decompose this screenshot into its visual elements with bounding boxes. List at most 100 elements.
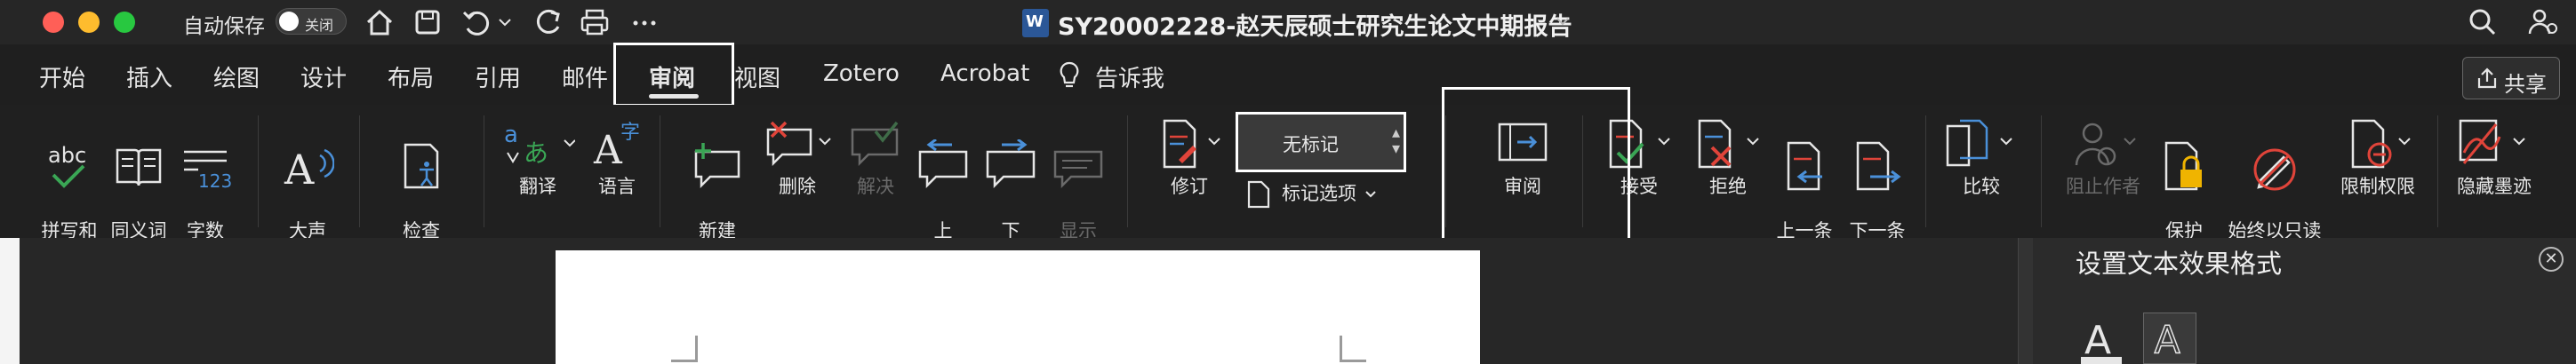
undo-icon[interactable] <box>459 5 492 39</box>
reject-change-icon <box>1698 119 1759 169</box>
tab-layout[interactable]: 布局 <box>388 60 434 93</box>
tab-design[interactable]: 设计 <box>300 60 347 93</box>
read-only-pencil-icon <box>2253 148 2296 191</box>
chevron-down-icon <box>1365 191 1376 198</box>
document-canvas[interactable] <box>0 238 2018 364</box>
markup-options-button[interactable]: 标记选项 <box>1246 179 1388 210</box>
ribbon-separator <box>359 115 360 227</box>
redo-icon[interactable] <box>532 5 565 39</box>
account-icon[interactable] <box>2526 5 2560 39</box>
compare-label: 比较 <box>1963 176 2000 197</box>
review-pane-highlight <box>1442 87 1630 243</box>
svg-text:A: A <box>2084 318 2111 363</box>
ribbon-separator <box>1925 115 1926 227</box>
hideink-label: 隐藏墨迹 <box>2457 176 2532 197</box>
zoom-window-button[interactable] <box>114 12 135 33</box>
resolve-label: 解决 <box>857 176 894 197</box>
word-badge-letter: W <box>1026 12 1044 31</box>
translate-button[interactable]: a あ 翻译 <box>500 117 576 198</box>
language-label: 语言 <box>598 176 636 197</box>
navigation-thumbnail[interactable] <box>0 238 20 364</box>
tab-view[interactable]: 视图 <box>734 60 780 93</box>
reject-label: 拒绝 <box>1709 176 1747 197</box>
lock-icon <box>2164 141 2202 191</box>
tab-references[interactable]: 引用 <box>475 60 521 93</box>
svg-text:A: A <box>284 146 315 193</box>
resolve-comment-button[interactable]: 解决 <box>844 117 907 198</box>
close-window-button[interactable] <box>43 12 64 33</box>
hide-ink-button[interactable]: 隐藏墨迹 <box>2450 117 2539 198</box>
review-tab-highlight <box>613 43 734 107</box>
tab-acrobat[interactable]: Acrobat <box>940 60 1029 87</box>
text-fill-icon[interactable]: A <box>2076 313 2129 364</box>
undo-dropdown-chevron-icon[interactable] <box>496 5 514 39</box>
svg-text:abc: abc <box>48 143 86 168</box>
blockauthors-label: 阻止作者 <box>2066 176 2140 197</box>
markup-options-label: 标记选项 <box>1282 183 1356 204</box>
title-bar: 自动保存 关闭 W SY20002228-赵天辰硕士研究生论文中期报告 <box>0 0 2576 44</box>
block-authors-button[interactable]: 阻止作者 <box>2059 117 2148 198</box>
document-title[interactable]: SY20002228-赵天辰硕士研究生论文中期报告 <box>1058 7 1572 42</box>
svg-text:a: a <box>504 122 518 148</box>
search-icon[interactable] <box>2466 5 2500 39</box>
ribbon-separator <box>1127 115 1128 227</box>
hide-ink-icon <box>2459 119 2525 164</box>
resolve-comment-icon <box>851 121 899 167</box>
word-doc-icon: W <box>1022 9 1049 37</box>
translate-label: 翻译 <box>519 176 556 197</box>
language-button[interactable]: A 字 语言 <box>588 117 645 198</box>
book-icon <box>116 148 162 186</box>
restrict-label: 限制权限 <box>2340 176 2415 197</box>
autosave-label: 自动保存 <box>183 15 265 38</box>
autosave-toggle[interactable]: 关闭 <box>276 8 347 35</box>
tab-zotero[interactable]: Zotero <box>823 60 900 87</box>
toggle-knob <box>279 12 299 31</box>
spelling-check-icon: abc <box>48 143 86 188</box>
read-aloud-icon: A <box>284 146 334 193</box>
restrict-permission-icon <box>2351 119 2411 169</box>
restrict-permission-button[interactable]: 限制权限 <box>2329 117 2427 198</box>
format-text-effects-pane: 设置文本效果格式 ✕ A A <box>2018 238 2576 364</box>
track-changes-icon <box>1163 119 1220 169</box>
chevron-down-icon[interactable] <box>1554 12 1572 30</box>
text-effects-icon[interactable]: A <box>2143 313 2196 364</box>
tab-home[interactable]: 开始 <box>39 60 85 93</box>
ribbon-tabs: 开始 插入 绘图 设计 布局 引用 邮件 审阅 视图 Zotero Acroba… <box>0 50 2576 99</box>
tab-insert[interactable]: 插入 <box>126 60 172 93</box>
reject-button[interactable]: 拒绝 <box>1689 117 1767 198</box>
tab-tell-me[interactable]: 告诉我 <box>1095 60 1164 93</box>
delete-comment-button[interactable]: 删除 <box>763 117 832 198</box>
share-label: 共享 <box>2504 72 2547 97</box>
more-icon[interactable] <box>628 5 661 39</box>
print-icon[interactable] <box>578 5 612 39</box>
svg-text:あ: あ <box>524 138 548 168</box>
compare-button[interactable]: 比较 <box>1941 117 2021 198</box>
pane-title: 设置文本效果格式 <box>2076 249 2283 279</box>
share-button[interactable]: 共享 <box>2462 57 2560 99</box>
share-icon <box>2477 67 2497 89</box>
save-icon[interactable] <box>411 5 444 39</box>
language-icon: A 字 <box>593 122 640 170</box>
home-icon[interactable] <box>363 5 396 39</box>
next-change-icon <box>1856 141 1901 191</box>
minimize-window-button[interactable] <box>78 12 100 33</box>
autosave-state: 关闭 <box>305 17 334 34</box>
ribbon-separator <box>2041 115 2042 227</box>
previous-comment-icon <box>918 139 968 189</box>
track-label: 修订 <box>1171 176 1208 197</box>
pane-scrollbar[interactable] <box>2019 238 2033 364</box>
delete-label: 删除 <box>779 176 816 197</box>
markup-select-highlight <box>1236 112 1406 172</box>
tab-draw[interactable]: 绘图 <box>213 60 260 93</box>
accessibility-icon <box>404 143 439 189</box>
crop-mark-left <box>671 336 698 362</box>
word-count-icon: 123 <box>184 150 232 192</box>
translate-icon: a あ <box>504 122 575 168</box>
track-changes-button[interactable]: 修订 <box>1152 117 1227 198</box>
new-comment-icon <box>694 143 740 189</box>
tab-mailings[interactable]: 邮件 <box>562 60 608 93</box>
document-page[interactable] <box>556 250 1480 364</box>
close-icon[interactable]: ✕ <box>2539 247 2564 272</box>
block-authors-icon <box>2075 123 2136 166</box>
svg-text:A: A <box>2155 319 2180 362</box>
